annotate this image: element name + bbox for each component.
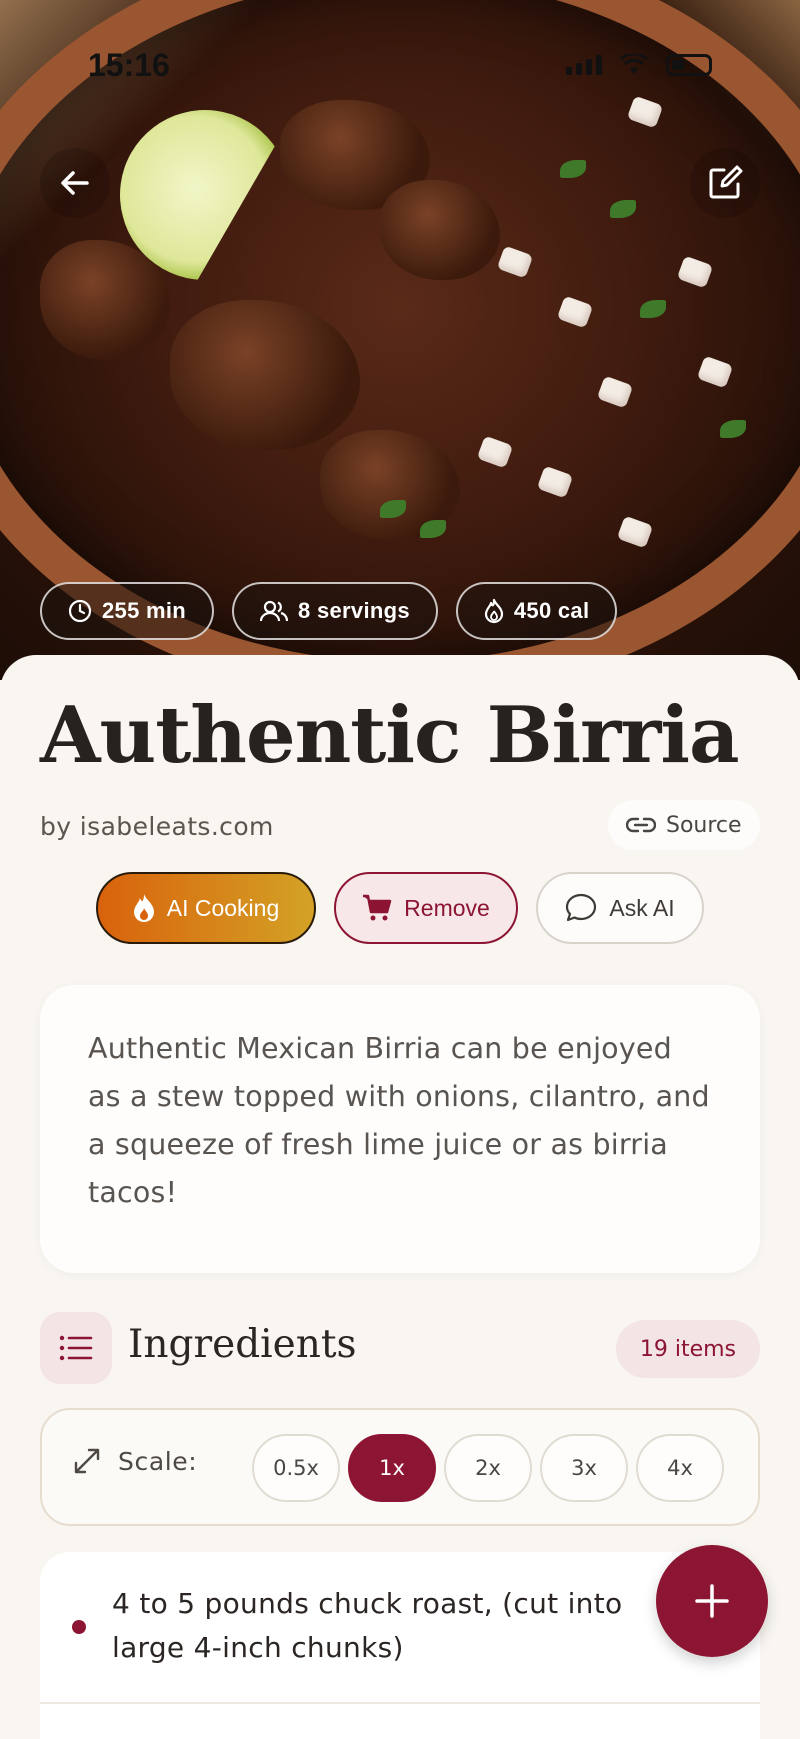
ingredients-count-badge: 19 items [615, 1320, 760, 1378]
remove-label: Remove [404, 894, 490, 921]
bullet-dot [72, 1620, 86, 1634]
flame-icon [484, 598, 503, 624]
recipe-hero-image [0, 0, 800, 680]
ask-ai-label: Ask AI [609, 894, 675, 921]
remove-from-cart-button[interactable]: Remove [334, 872, 518, 944]
ingredient-text: 4 to 5 pounds chuck roast, (cut into lar… [112, 1587, 623, 1664]
flame-icon [133, 894, 154, 922]
ingredients-title: Ingredients [128, 1322, 357, 1367]
action-buttons: AI Cooking Remove Ask AI [96, 872, 704, 944]
scale-option-0-5x[interactable]: 0.5x [252, 1434, 340, 1502]
scale-selector: Scale: 0.5x 1x 2x 3x 4x [40, 1408, 760, 1526]
source-link-button[interactable]: Source [608, 800, 760, 850]
resize-arrows-icon [74, 1448, 100, 1474]
scale-option-1x[interactable]: 1x [348, 1434, 436, 1502]
chat-bubble-icon [566, 893, 597, 922]
add-button[interactable] [656, 1545, 768, 1657]
ingredients-list: 4 to 5 pounds chuck roast, (cut into lar… [40, 1552, 760, 1739]
list-icon-badge [40, 1312, 112, 1384]
source-label: Source [666, 812, 742, 838]
calories-chip-label: 450 cal [513, 598, 590, 623]
ingredients-header: Ingredients 19 items [40, 1312, 760, 1386]
scale-option-2x[interactable]: 2x [444, 1434, 532, 1502]
recipe-description: Authentic Mexican Birria can be enjoyed … [88, 1032, 710, 1209]
recipe-byline: by isabeleats.com [40, 812, 274, 841]
ai-cooking-label: AI Cooking [166, 894, 280, 921]
battery-icon [666, 54, 712, 76]
scale-option-4x[interactable]: 4x [636, 1434, 724, 1502]
ingredient-item[interactable]: 4 to 5 pounds chuck roast, (cut into lar… [40, 1552, 760, 1704]
ai-cooking-button[interactable]: AI Cooking [96, 872, 316, 944]
edit-icon [709, 165, 743, 199]
wifi-icon [620, 54, 648, 74]
list-icon [59, 1335, 93, 1361]
shopping-cart-icon [363, 894, 392, 921]
time-chip-label: 255 min [102, 598, 187, 623]
calories-chip: 450 cal [455, 582, 618, 640]
servings-chip: 8 servings [232, 582, 438, 640]
edit-button[interactable] [690, 148, 760, 218]
scale-option-3x[interactable]: 3x [540, 1434, 628, 1502]
description-card: Authentic Mexican Birria can be enjoyed … [40, 985, 760, 1273]
recipe-meta-chips: 255 min 8 servings 450 cal [40, 582, 618, 640]
recipe-title: Authentic Birria [40, 690, 740, 781]
time-chip: 255 min [40, 582, 215, 640]
scale-label: Scale: [118, 1446, 198, 1476]
link-icon [626, 817, 656, 833]
people-icon [260, 600, 289, 622]
back-button[interactable] [40, 148, 110, 218]
clock-icon [68, 599, 92, 623]
arrow-left-icon [61, 171, 89, 195]
ask-ai-button[interactable]: Ask AI [536, 872, 704, 944]
status-bar: 15:16 [0, 40, 800, 90]
status-time: 15:16 [88, 46, 170, 83]
servings-chip-label: 8 servings [298, 598, 410, 623]
cellular-signal-icon [566, 55, 602, 75]
plus-icon [695, 1584, 729, 1618]
